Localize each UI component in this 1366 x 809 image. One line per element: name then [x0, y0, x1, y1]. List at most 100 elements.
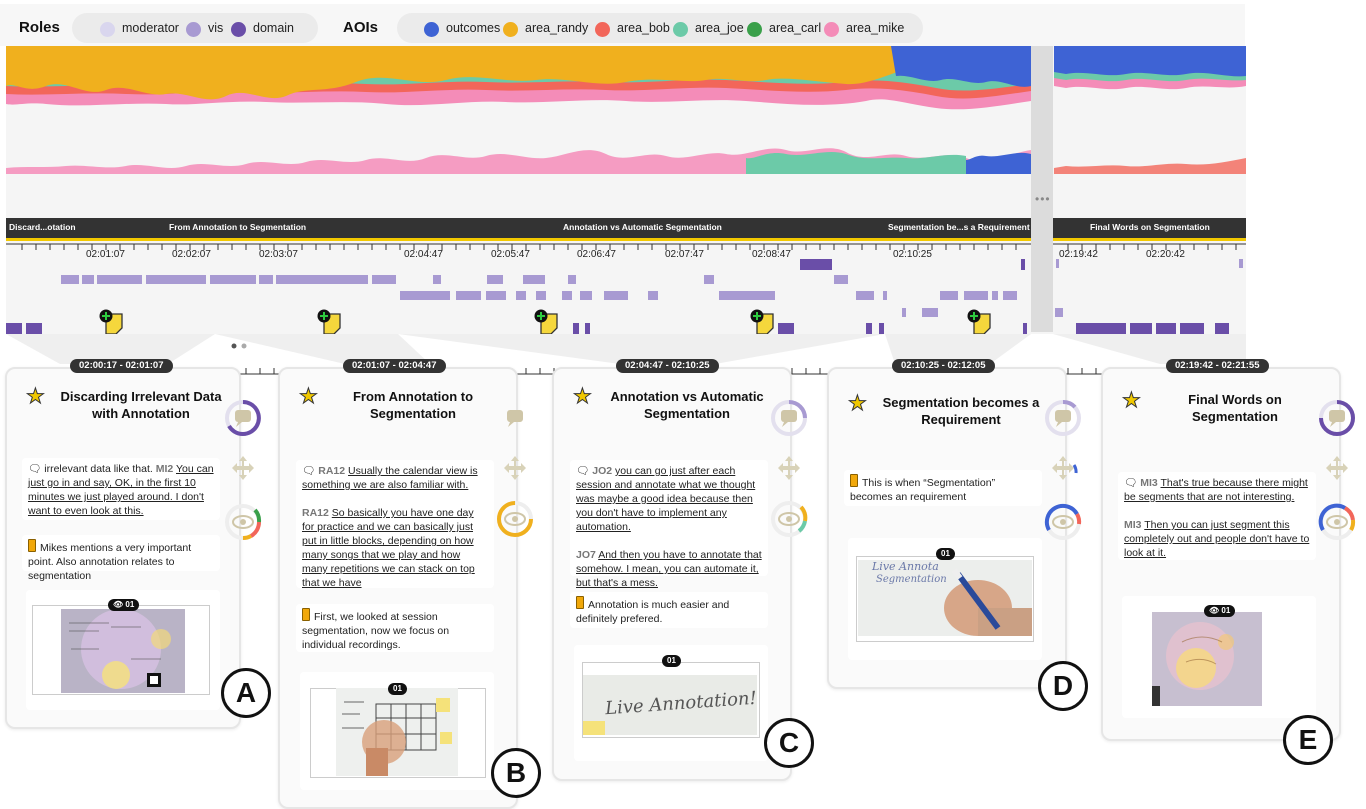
legend-aoi-area-joe[interactable]: area_joe — [673, 21, 744, 37]
star-icon[interactable]: ★ — [1122, 388, 1142, 413]
card-letter-e: E — [1283, 715, 1333, 765]
transcript-note[interactable]: 🗨 JO2 you can go just after each session… — [570, 460, 768, 589]
eye-ring-icon[interactable] — [1041, 500, 1085, 544]
speech-ring-icon[interactable] — [767, 396, 811, 440]
speech-bubble-icon: 🗨 — [576, 465, 590, 477]
video-thumbnail[interactable] — [1152, 612, 1262, 706]
annotation-note[interactable]: First, we looked at session segmentation… — [296, 604, 494, 652]
stream-lower-right — [1054, 158, 1246, 174]
card-letter-a: A — [221, 668, 271, 718]
speech-bubble-icon: 🗨 — [28, 463, 42, 475]
aoi-streamgraph[interactable] — [6, 46, 1246, 218]
legend-aoi-area-randy[interactable]: area_randy — [503, 21, 588, 37]
legend-bar: Roles moderator vis domain AOIs outcomes… — [0, 4, 1245, 46]
transcript-note[interactable]: 🗨 RA12 Usually the calendar view is some… — [296, 460, 494, 589]
card-time-range: 02:10:25 - 02:12:05 — [892, 359, 995, 373]
segment-title-bar — [6, 218, 1031, 238]
area-carl-swatch-icon — [747, 22, 762, 37]
star-icon[interactable]: ★ — [299, 384, 319, 409]
speech-ring-icon[interactable] — [221, 396, 265, 440]
video-thumbnail[interactable] — [61, 609, 185, 693]
area-bob-swatch-icon — [595, 22, 610, 37]
area-mike-swatch-icon — [824, 22, 839, 37]
tick-label: 02:03:07 — [259, 249, 298, 260]
legend-role-moderator[interactable]: moderator — [100, 21, 179, 37]
video-thumbnail[interactable] — [336, 688, 458, 776]
tick-label: 02:08:47 — [752, 249, 791, 260]
legend-role-vis[interactable]: vis — [186, 21, 223, 37]
domain-swatch-icon — [231, 22, 246, 37]
card-title: Discarding Irrelevant Data with Annotatio… — [60, 389, 222, 421]
card-time-range: 02:19:42 - 02:21:55 — [1166, 359, 1269, 373]
star-icon[interactable]: ★ — [573, 384, 593, 409]
annotation-icon — [576, 596, 584, 609]
eye-ring-icon[interactable] — [221, 500, 265, 544]
legend-aoi-outcomes[interactable]: outcomes — [424, 21, 500, 37]
legend-role-domain[interactable]: domain — [231, 21, 294, 37]
stream-right-outcomes — [1054, 46, 1246, 77]
area-joe-swatch-icon — [673, 22, 688, 37]
move-icon[interactable] — [500, 453, 530, 483]
role-bars-vis — [61, 259, 1243, 317]
video-thumbnail[interactable]: Live Annota Segmentation — [858, 560, 1032, 636]
eye-ring-icon[interactable] — [493, 497, 537, 541]
annotation-icon — [28, 539, 36, 552]
legend-aoi-area-carl[interactable]: area_carl — [747, 21, 821, 37]
move-icon[interactable] — [1322, 453, 1352, 483]
card-time-range: 02:04:47 - 02:10:25 — [616, 359, 719, 373]
speech-ring-icon[interactable] — [493, 396, 537, 440]
legend-aoi-area-mike[interactable]: area_mike — [824, 21, 904, 37]
timeline-panel[interactable]: Discard...otation From Annotation to Seg… — [6, 46, 1246, 375]
heatmap-image — [1152, 612, 1262, 706]
card-time-range: 02:01:07 - 02:04:47 — [343, 359, 446, 373]
tick-label: 02:20:42 — [1146, 249, 1185, 260]
heatmap-image — [61, 609, 185, 693]
transcript-note[interactable]: 🗨 MI3 That's true because there might be… — [1118, 472, 1316, 560]
eye-ring-icon[interactable] — [1315, 500, 1359, 544]
speech-ring-icon[interactable] — [1041, 396, 1085, 440]
move-icon[interactable] — [774, 453, 804, 483]
card-title: Segmentation becomes a Requirement — [882, 395, 1040, 427]
segment-label-4[interactable]: Segmentation be...s a Requirement — [888, 222, 1030, 232]
vis-swatch-icon — [186, 22, 201, 37]
segment-label-1[interactable]: Discard...otation — [9, 222, 76, 232]
outcomes-swatch-icon — [424, 22, 439, 37]
speech-bubble-icon: 🗨 — [1124, 477, 1138, 489]
aois-title: AOIs — [343, 19, 379, 36]
eye-ring-icon[interactable] — [767, 497, 811, 541]
roles-title: Roles — [19, 19, 60, 36]
transcript-note[interactable]: 🗨 irrelevant data like that. MI2 You can… — [22, 458, 220, 520]
hand-with-marker-image — [944, 568, 1032, 636]
stream-lower-outcomes — [966, 152, 1031, 174]
annotation-icon — [302, 608, 310, 621]
whiteboard-image — [336, 688, 458, 776]
card-title: Final Words on Segmentation — [1188, 392, 1282, 424]
video-thumbnail[interactable]: Live Annotation! — [583, 675, 757, 735]
segment-label-5[interactable]: Final Words on Segmentation — [1090, 222, 1210, 232]
stream-lower-joe — [746, 152, 966, 174]
frame-badge: 01 — [662, 655, 681, 667]
tick-label: 02:01:07 — [86, 249, 125, 260]
star-icon[interactable]: ★ — [848, 391, 868, 416]
collapsed-gap-icon[interactable]: ••• — [1035, 192, 1051, 206]
timeline-gap-divider — [1031, 46, 1053, 332]
speech-ring-icon[interactable] — [1315, 396, 1359, 440]
annotation-note[interactable]: Mikes mentions a very important point. A… — [22, 535, 220, 582]
move-icon[interactable] — [228, 453, 258, 483]
tick-label: 02:10:25 — [893, 249, 932, 260]
tick-label: 02:07:47 — [665, 249, 704, 260]
card-letter-c: C — [764, 718, 814, 768]
segment-label-3[interactable]: Annotation vs Automatic Segmentation — [563, 222, 722, 232]
move-icon[interactable] — [1048, 453, 1078, 483]
segment-label-2[interactable]: From Annotation to Segmentation — [169, 222, 306, 232]
legend-aoi-area-bob[interactable]: area_bob — [595, 21, 670, 37]
tick-label: 02:02:07 — [172, 249, 211, 260]
speech-bubble-icon: 🗨 — [302, 465, 316, 477]
eye-badge: 👁 01 — [1204, 605, 1236, 617]
annotation-note[interactable]: This is when “Segmentation” becomes an r… — [844, 470, 1042, 506]
thumbnail-handwriting: Live Annotation! — [604, 687, 757, 720]
frame-badge: 01 — [936, 548, 955, 560]
annotation-note[interactable]: Annotation is much easier and definitely… — [570, 592, 768, 628]
card-title: From Annotation to Segmentation — [352, 389, 474, 421]
star-icon[interactable]: ★ — [26, 384, 46, 409]
